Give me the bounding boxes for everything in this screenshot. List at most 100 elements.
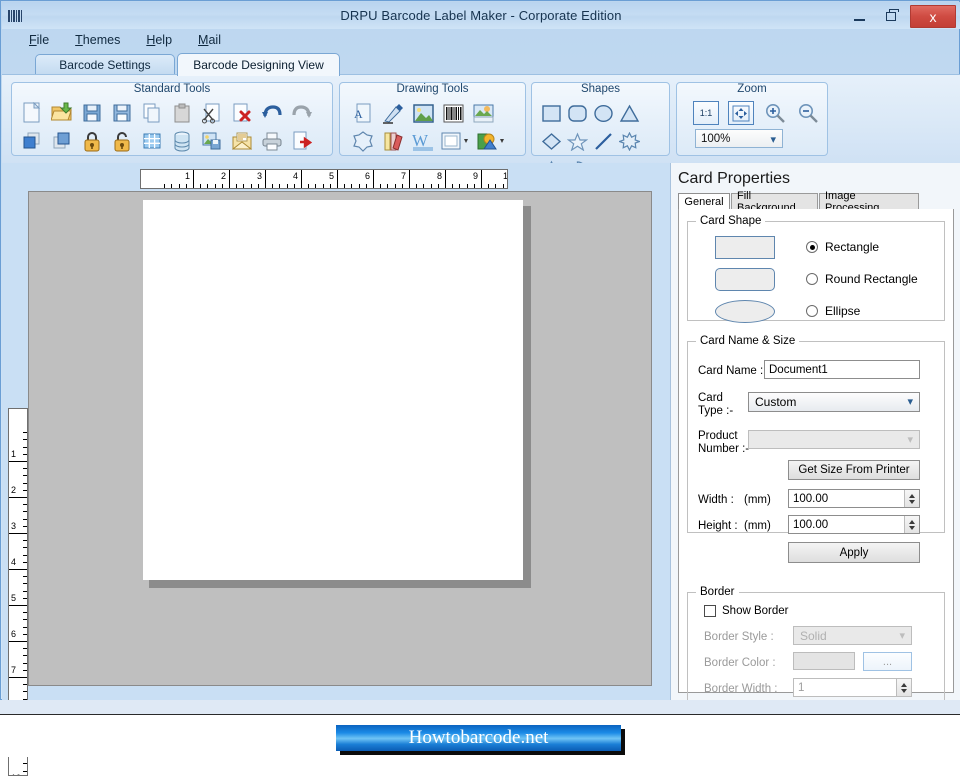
save-image-icon[interactable] (197, 127, 227, 155)
border-width-value: 1 (798, 681, 805, 694)
ruler-major-tick (373, 170, 374, 188)
unlock-icon[interactable] (107, 127, 137, 155)
width-value: 100.00 (793, 492, 829, 505)
width-spinner[interactable]: 100.00 (788, 489, 920, 508)
image-icon[interactable] (408, 99, 438, 127)
radio-round-rectangle-label: Round Rectangle (825, 272, 918, 286)
ruler-minor-tick (23, 511, 27, 513)
card-type-label-line1: Card (698, 392, 723, 404)
get-size-from-printer-button[interactable]: Get Size From Printer (788, 460, 920, 480)
cut-icon[interactable] (197, 99, 227, 127)
watermark-text-icon[interactable]: W (408, 127, 438, 155)
ruler-minor-tick (23, 475, 27, 477)
ruler-label: 7 (11, 665, 17, 675)
border-width-spinner: 1 (793, 678, 912, 697)
open-folder-icon[interactable] (47, 99, 77, 127)
text-icon[interactable]: A (348, 99, 378, 127)
ruler-minor-tick (164, 184, 166, 188)
grid-icon[interactable] (137, 127, 167, 155)
delete-icon[interactable] (227, 99, 257, 127)
radio-round-rectangle[interactable]: Round Rectangle (806, 272, 918, 286)
database-icon[interactable] (167, 127, 197, 155)
border-width-label: Border Width : (704, 683, 778, 695)
tab-barcode-settings[interactable]: Barcode Settings (35, 54, 175, 75)
border-width-spinner-arrows (896, 679, 911, 696)
redo-icon[interactable] (287, 99, 317, 127)
round-rectangle-shape-icon[interactable] (564, 99, 590, 127)
menu-item-file[interactable]: File (16, 31, 62, 49)
height-spinner-arrows[interactable] (904, 516, 919, 533)
card-name-input[interactable]: Document1 (764, 360, 920, 379)
save-icon[interactable] (77, 99, 107, 127)
ruler-minor-tick (23, 655, 27, 657)
chevron-down-icon: ▾ (907, 433, 913, 446)
library-icon[interactable] (378, 127, 408, 155)
height-spinner[interactable]: 100.00 (788, 515, 920, 534)
frame-icon[interactable] (438, 127, 474, 155)
rectangle-preview[interactable] (715, 236, 775, 259)
save-as-icon[interactable] (107, 99, 137, 127)
copy-icon[interactable] (137, 99, 167, 127)
design-workspace[interactable] (28, 191, 652, 686)
signature-icon[interactable] (378, 99, 408, 127)
actual-size-button[interactable]: 1:1 (693, 101, 719, 125)
ellipse-preview[interactable] (715, 300, 775, 323)
horizontal-ruler[interactable]: 1 2 3 4 5 6 7 8 9 10 (140, 169, 508, 189)
print-icon[interactable] (257, 127, 287, 155)
ruler-minor-tick (243, 184, 245, 188)
clipart-icon[interactable] (474, 127, 510, 155)
border-color-browse-button[interactable]: ... (863, 652, 912, 671)
zoom-level-combo[interactable]: 100% ▾ (695, 129, 783, 148)
zoom-in-button[interactable] (763, 101, 787, 125)
ruler-label: 4 (293, 171, 299, 181)
tab-barcode-designing-view[interactable]: Barcode Designing View (177, 53, 340, 76)
menu-item-mail[interactable]: Mail (185, 31, 234, 49)
close-button[interactable]: x (910, 5, 956, 28)
ribbon-toolbar: Standard Tools Drawing Tools A W Shapes … (2, 74, 960, 179)
ruler-major-tick (337, 170, 338, 188)
ellipse-shape-icon[interactable] (590, 99, 616, 127)
triangle-shape-icon[interactable] (616, 99, 642, 127)
menu-item-themes[interactable]: Themes (62, 31, 133, 49)
email-icon[interactable] (227, 127, 257, 155)
paste-icon[interactable] (167, 99, 197, 127)
card-type-combo[interactable]: Custom ▾ (748, 392, 920, 412)
properties-tab-strip: General Fill Background Image Processing (678, 190, 954, 214)
show-border-checkbox[interactable]: Show Border (704, 605, 788, 617)
tab-image-processing[interactable]: Image Processing (819, 190, 919, 214)
barcode-icon[interactable] (438, 99, 468, 127)
tab-fill-background[interactable]: Fill Background (731, 190, 818, 214)
round-rectangle-preview[interactable] (715, 268, 775, 291)
card-shape-legend: Card Shape (696, 215, 766, 227)
window-title: DRPU Barcode Label Maker - Corporate Edi… (340, 8, 622, 23)
minimize-button[interactable] (843, 6, 875, 27)
radio-ellipse[interactable]: Ellipse (806, 304, 860, 318)
rectangle-shape-icon[interactable] (538, 99, 564, 127)
shape-blob-icon[interactable] (348, 127, 378, 155)
line-shape-icon[interactable] (590, 127, 616, 155)
tab-general[interactable]: General (678, 193, 730, 209)
apply-button[interactable]: Apply (788, 542, 920, 563)
new-document-icon[interactable] (17, 99, 47, 127)
radio-rectangle[interactable]: Rectangle (806, 240, 879, 254)
menu-item-help[interactable]: Help (133, 31, 185, 49)
watermark-image-icon[interactable] (468, 99, 498, 127)
burst-shape-icon[interactable] (616, 127, 642, 155)
undo-icon[interactable] (257, 99, 287, 127)
ribbon-group-zoom: Zoom 1:1 100% ▾ (676, 82, 828, 156)
diamond-shape-icon[interactable] (538, 127, 564, 155)
maximize-button[interactable] (875, 6, 907, 27)
width-spinner-arrows[interactable] (904, 490, 919, 507)
send-to-back-icon[interactable] (47, 127, 77, 155)
ruler-label: 8 (437, 171, 443, 181)
svg-text:A: A (354, 107, 363, 121)
ruler-minor-tick (250, 184, 252, 188)
bring-to-front-icon[interactable] (17, 127, 47, 155)
zoom-out-button[interactable] (796, 101, 820, 125)
lock-icon[interactable] (77, 127, 107, 155)
export-icon[interactable] (287, 127, 317, 155)
fit-to-screen-button[interactable] (728, 101, 754, 125)
star-shape-icon[interactable] (564, 127, 590, 155)
card-canvas[interactable] (143, 200, 523, 580)
group-title-drawing-tools: Drawing Tools (396, 83, 469, 95)
